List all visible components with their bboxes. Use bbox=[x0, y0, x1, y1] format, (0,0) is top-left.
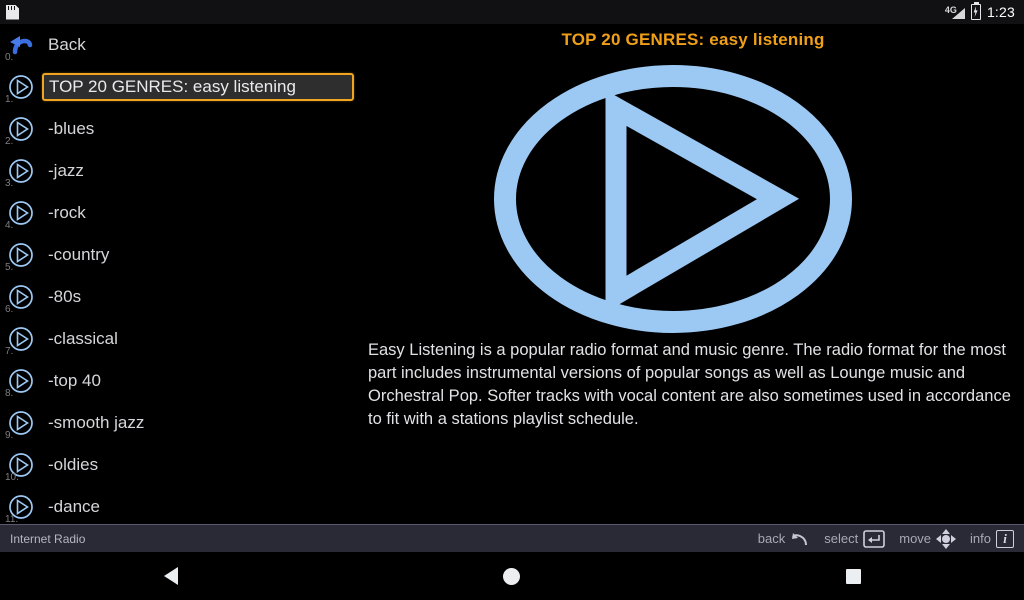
detail-title: TOP 20 GENRES: easy listening bbox=[561, 30, 825, 49]
android-status-bar: 4G 1:23 bbox=[0, 0, 1024, 24]
list-item-index: 8. bbox=[5, 388, 14, 399]
hint-back-label: back bbox=[757, 531, 786, 546]
nav-back-icon bbox=[163, 567, 178, 585]
list-item[interactable]: 9. -smooth jazz bbox=[0, 402, 360, 444]
list-item-index: 4. bbox=[5, 220, 14, 231]
list-item-label: -oldies bbox=[48, 455, 99, 474]
battery-charging-icon bbox=[970, 1, 981, 20]
app-screen: 4G 1:23 0. Back 1. TOP 20 GENRES: easy list… bbox=[0, 0, 1024, 600]
genre-list[interactable]: 0. Back 1. TOP 20 GENRES: easy listening 2. -… bbox=[0, 24, 360, 525]
info-i-icon: i bbox=[996, 529, 1014, 548]
list-item-label: -dance bbox=[48, 497, 100, 516]
list-item-index: 1. bbox=[5, 94, 14, 105]
hint-select-label: select bbox=[824, 531, 859, 546]
list-item[interactable]: 6. -80s bbox=[0, 276, 360, 318]
detail-panel: TOP 20 GENRES: easy listening Easy Liste… bbox=[362, 24, 1024, 524]
list-item[interactable]: 8. -top 40 bbox=[0, 360, 360, 402]
content-area: 0. Back 1. TOP 20 GENRES: easy listening 2. -… bbox=[0, 24, 1024, 525]
nav-recents-button[interactable] bbox=[793, 552, 913, 600]
list-item-label: -smooth jazz bbox=[48, 413, 145, 432]
list-item-label: -jazz bbox=[48, 161, 84, 180]
list-item-index: 10. bbox=[5, 472, 19, 483]
play-circle-large-icon bbox=[494, 65, 852, 333]
hint-move[interactable]: move bbox=[899, 528, 957, 549]
list-item-label: -80s bbox=[48, 287, 82, 306]
list-item-label: TOP 20 GENRES: easy listening bbox=[42, 73, 354, 101]
list-item-index: 3. bbox=[5, 178, 14, 189]
nav-back-button[interactable] bbox=[111, 552, 231, 600]
hint-select[interactable]: select bbox=[824, 529, 886, 549]
list-item-index: 0. bbox=[5, 52, 14, 63]
list-item[interactable]: 7. -classical bbox=[0, 318, 360, 360]
list-item[interactable]: 1. TOP 20 GENRES: easy listening bbox=[0, 66, 360, 108]
list-item-index: 9. bbox=[5, 430, 14, 441]
list-item-index: 6. bbox=[5, 304, 14, 315]
hint-info-label: info bbox=[970, 531, 991, 546]
nav-home-button[interactable] bbox=[452, 552, 572, 600]
list-item-index: 7. bbox=[5, 346, 14, 357]
network-type-label: 4G bbox=[944, 4, 957, 15]
dpad-icon bbox=[936, 528, 957, 549]
nav-recents-icon bbox=[845, 568, 861, 584]
signal-bars-icon: 4G bbox=[944, 4, 965, 19]
list-item[interactable]: 4. -rock bbox=[0, 192, 360, 234]
list-item[interactable]: 10. -oldies bbox=[0, 444, 360, 486]
hint-back[interactable]: back bbox=[758, 530, 810, 548]
list-item-label: Back bbox=[48, 35, 86, 54]
undo-arrow-icon bbox=[792, 532, 808, 545]
status-bar-left bbox=[0, 4, 945, 20]
hint-move-label: move bbox=[899, 531, 932, 546]
list-item[interactable]: 3. -jazz bbox=[0, 150, 360, 192]
list-item-label: -top 40 bbox=[48, 371, 101, 390]
enter-key-icon bbox=[863, 529, 886, 548]
list-item[interactable]: 0. Back bbox=[0, 24, 360, 66]
status-bar-clock: 1:23 bbox=[986, 4, 1015, 20]
list-item-index: 5. bbox=[5, 262, 14, 273]
list-item-label: -classical bbox=[48, 329, 118, 348]
key-hints: back select move info i bbox=[758, 528, 1024, 549]
list-item-index: 2. bbox=[5, 136, 14, 147]
hint-info[interactable]: info i bbox=[970, 529, 1014, 548]
app-title: Internet Radio bbox=[10, 531, 86, 546]
status-bar-right: 4G 1:23 bbox=[944, 1, 1024, 20]
list-item-label: -blues bbox=[48, 119, 95, 138]
android-nav-bar bbox=[0, 552, 1024, 600]
sd-card-icon bbox=[6, 4, 19, 20]
app-status-bar: Internet Radio back select move info i bbox=[0, 524, 1024, 552]
list-item-label: -rock bbox=[48, 203, 86, 222]
list-item[interactable]: 11. -dance bbox=[0, 486, 360, 528]
list-item[interactable]: 5. -country bbox=[0, 234, 360, 276]
nav-home-icon bbox=[503, 567, 521, 585]
list-item[interactable]: 2. -blues bbox=[0, 108, 360, 150]
list-item-label: -country bbox=[48, 245, 110, 264]
detail-description: Easy Listening is a popular radio format… bbox=[368, 341, 1011, 428]
